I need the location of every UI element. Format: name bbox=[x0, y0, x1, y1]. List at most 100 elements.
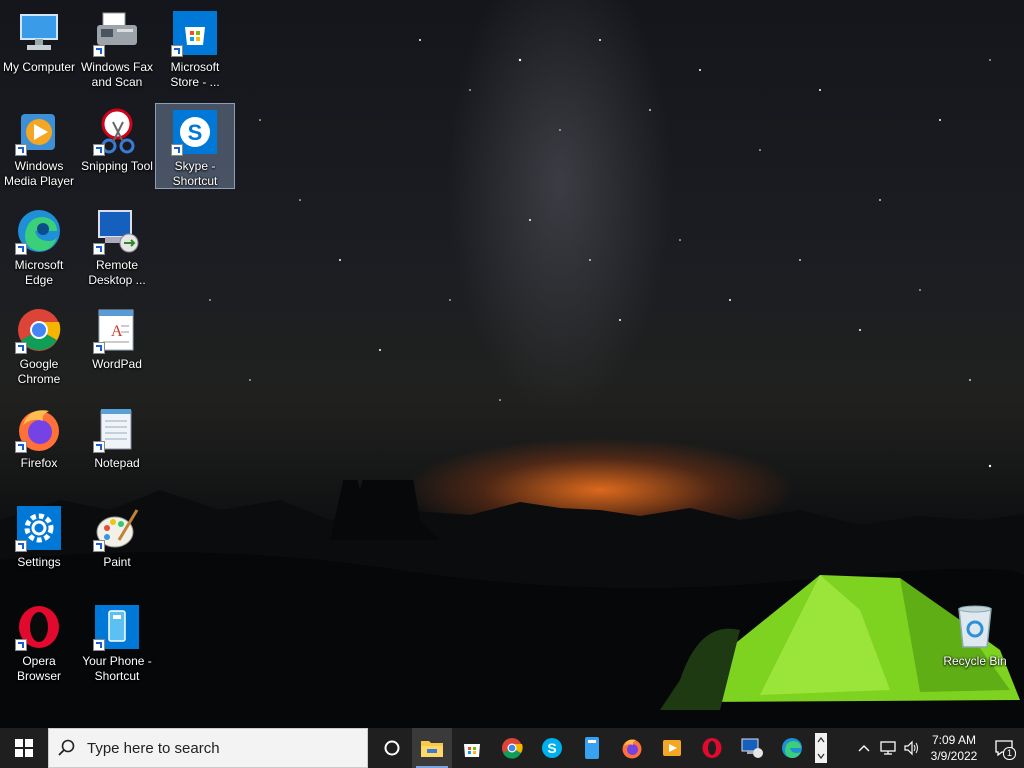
wordpad-icon: A bbox=[93, 306, 141, 354]
taskbar-store[interactable] bbox=[452, 728, 492, 768]
icon-label: Settings bbox=[17, 555, 61, 569]
opera-icon bbox=[702, 738, 722, 758]
notification-badge: 1 bbox=[1003, 747, 1016, 760]
desktop-icon-snipping-tool[interactable]: Snipping Tool bbox=[78, 104, 156, 188]
recycle-bin-icon bbox=[951, 603, 999, 651]
search-input[interactable] bbox=[85, 738, 349, 758]
clock-time: 7:09 AM bbox=[931, 733, 977, 747]
desktop-icon-your-phone[interactable]: Your Phone - Shortcut bbox=[78, 599, 156, 683]
desktop-icon-my-computer[interactable]: My Computer bbox=[0, 5, 78, 89]
start-button[interactable] bbox=[0, 728, 48, 768]
taskbar-your-phone[interactable] bbox=[572, 728, 612, 768]
desktop-icon-notepad[interactable]: Notepad bbox=[78, 401, 156, 485]
media-player-icon bbox=[663, 740, 681, 756]
taskbar-chrome[interactable] bbox=[492, 728, 532, 768]
notepad-icon bbox=[93, 405, 141, 453]
icon-label: My Computer bbox=[2, 60, 76, 74]
cortana-button[interactable] bbox=[372, 728, 412, 768]
network-button[interactable] bbox=[876, 728, 900, 768]
speaker-icon bbox=[904, 740, 918, 756]
shortcut-arrow-icon bbox=[171, 144, 183, 156]
svg-text:S: S bbox=[188, 120, 203, 145]
file-explorer-icon bbox=[421, 741, 443, 757]
chrome-icon bbox=[15, 306, 63, 354]
icon-label: Paint bbox=[103, 555, 131, 569]
shortcut-arrow-icon bbox=[15, 342, 27, 354]
firefox-icon bbox=[622, 739, 642, 759]
shortcut-arrow-icon bbox=[93, 441, 105, 453]
edge-icon bbox=[782, 738, 802, 758]
shortcut-arrow-icon bbox=[15, 639, 27, 651]
icon-label: Windows Fax and Scan bbox=[80, 60, 154, 89]
taskbar-remote-desktop[interactable] bbox=[732, 728, 772, 768]
phone-icon bbox=[93, 603, 141, 651]
desktop-icon-paint[interactable]: Paint bbox=[78, 500, 156, 584]
desktop-icon-opera-browser[interactable]: Opera Browser bbox=[0, 599, 78, 683]
icon-label: Your Phone - Shortcut bbox=[82, 654, 152, 683]
store-icon bbox=[171, 9, 219, 57]
paint-icon bbox=[93, 504, 141, 552]
desktop-icon-recycle-bin[interactable]: Recycle Bin bbox=[936, 599, 1014, 683]
shortcut-arrow-icon bbox=[15, 243, 27, 255]
skype-icon: S bbox=[171, 108, 219, 156]
phone-icon bbox=[585, 737, 599, 759]
desktop-icon-firefox[interactable]: Firefox bbox=[0, 401, 78, 485]
shortcut-arrow-icon bbox=[93, 342, 105, 354]
icon-label: Remote Desktop ... bbox=[88, 258, 146, 287]
clock[interactable]: 7:09 AM 3/9/2022 bbox=[924, 732, 984, 764]
chevron-up-down-icon bbox=[815, 733, 827, 763]
desktop-icon-remote-desktop[interactable]: Remote Desktop ... bbox=[78, 203, 156, 287]
taskbar-media-player[interactable] bbox=[652, 728, 692, 768]
icon-label: Opera Browser bbox=[16, 654, 61, 683]
desktop-icon-settings[interactable]: Settings bbox=[0, 500, 78, 584]
taskbar-search-box[interactable] bbox=[48, 728, 368, 768]
clock-date: 3/9/2022 bbox=[930, 749, 978, 763]
shortcut-arrow-icon bbox=[93, 45, 105, 57]
snipping-tool-icon bbox=[93, 108, 141, 156]
icon-label: WordPad bbox=[92, 357, 142, 371]
volume-button[interactable] bbox=[900, 728, 924, 768]
cortana-icon bbox=[384, 740, 400, 756]
taskbar-scroll[interactable] bbox=[812, 728, 830, 768]
taskbar-edge[interactable] bbox=[772, 728, 812, 768]
media-player-icon bbox=[15, 108, 63, 156]
shortcut-arrow-icon bbox=[15, 540, 27, 552]
shortcut-arrow-icon bbox=[93, 639, 105, 651]
shortcut-arrow-icon bbox=[93, 540, 105, 552]
desktop-icon-windows-media-player[interactable]: Windows Media Player bbox=[0, 104, 78, 188]
network-icon bbox=[880, 741, 896, 755]
remote-desktop-icon bbox=[741, 738, 763, 758]
show-hidden-icons-button[interactable] bbox=[852, 728, 876, 768]
taskbar: S 7:09 AM 3/9/2022 1 bbox=[0, 728, 1024, 768]
desktop-icon-wordpad[interactable]: A WordPad bbox=[78, 302, 156, 386]
icon-label: Recycle Bin bbox=[943, 654, 1007, 668]
icon-label: Firefox bbox=[20, 456, 58, 470]
shortcut-arrow-icon bbox=[15, 441, 27, 453]
desktop-icon-skype-shortcut[interactable]: S Skype - Shortcut bbox=[155, 103, 235, 189]
action-center-button[interactable]: 1 bbox=[984, 728, 1024, 768]
computer-icon bbox=[15, 9, 63, 57]
shortcut-arrow-icon bbox=[93, 243, 105, 255]
fax-icon bbox=[93, 9, 141, 57]
desktop-icon-microsoft-store[interactable]: Microsoft Store - ... bbox=[156, 5, 234, 89]
icon-label: Skype - Shortcut bbox=[172, 159, 218, 188]
taskbar-skype[interactable]: S bbox=[532, 728, 572, 768]
desktop-icon-windows-fax-and-scan[interactable]: Windows Fax and Scan bbox=[78, 5, 156, 89]
windows-logo-icon bbox=[15, 739, 33, 757]
store-icon bbox=[464, 744, 480, 757]
shortcut-arrow-icon bbox=[15, 144, 27, 156]
chrome-icon bbox=[502, 738, 523, 759]
settings-icon bbox=[15, 504, 63, 552]
shortcut-arrow-icon bbox=[93, 144, 105, 156]
skype-icon: S bbox=[542, 738, 562, 758]
taskbar-file-explorer[interactable] bbox=[412, 728, 452, 768]
icon-label: Snipping Tool bbox=[81, 159, 153, 173]
desktop-icon-microsoft-edge[interactable]: Microsoft Edge bbox=[0, 203, 78, 287]
taskbar-firefox[interactable] bbox=[612, 728, 652, 768]
desktop-icon-google-chrome[interactable]: Google Chrome bbox=[0, 302, 78, 386]
firefox-icon bbox=[15, 405, 63, 453]
opera-icon bbox=[15, 603, 63, 651]
edge-icon bbox=[15, 207, 63, 255]
icon-label: Notepad bbox=[94, 456, 140, 470]
taskbar-opera[interactable] bbox=[692, 728, 732, 768]
